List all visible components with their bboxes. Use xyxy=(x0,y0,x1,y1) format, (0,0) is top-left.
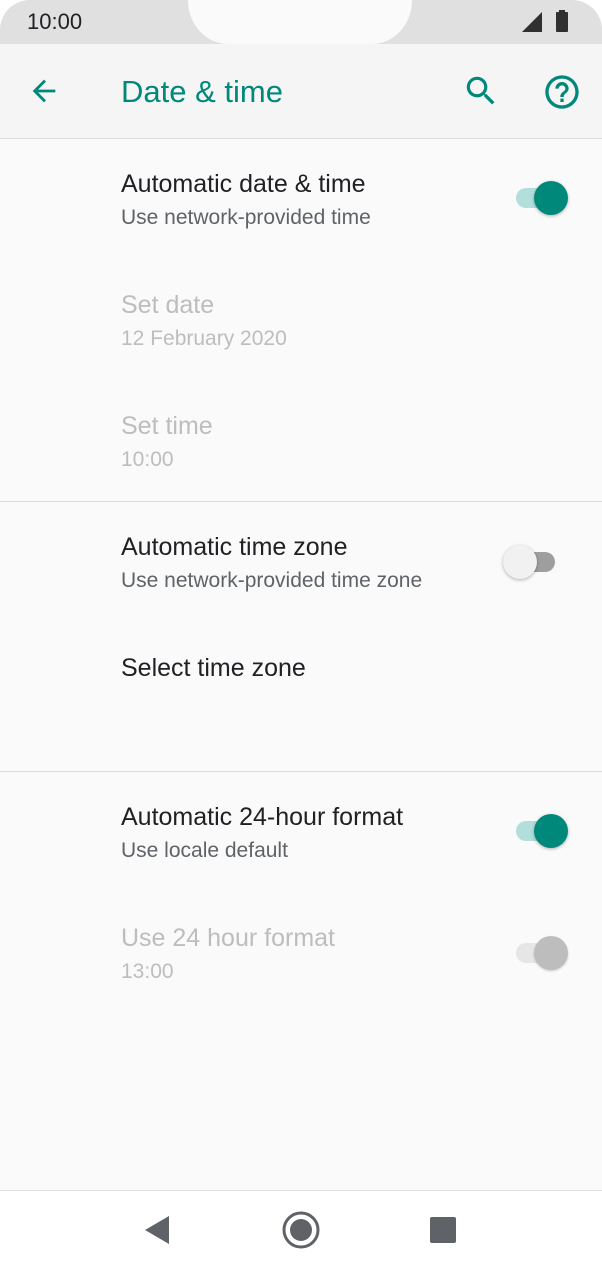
set-time-value: 10:00 xyxy=(121,448,174,471)
status-bar: 10:00 xyxy=(0,0,602,44)
page-title: Date & time xyxy=(121,74,283,109)
auto-date-time-row[interactable]: Automatic date & time Use network-provid… xyxy=(0,150,602,248)
set-time-title: Set time xyxy=(121,412,213,440)
use-24-hour-toggle[interactable] xyxy=(514,933,570,973)
toggle-thumb xyxy=(534,814,568,848)
section-divider xyxy=(0,771,602,772)
display-notch xyxy=(188,0,412,44)
use-24-hour-example: 13:00 xyxy=(121,960,174,983)
auto-time-zone-subtitle: Use network-provided time zone xyxy=(121,569,423,592)
set-time-row[interactable]: Set time 10:00 xyxy=(0,392,602,492)
auto-time-zone-toggle[interactable] xyxy=(503,542,559,582)
set-date-value: 12 February 2020 xyxy=(121,327,287,350)
auto-24-hour-toggle[interactable] xyxy=(514,811,570,851)
help-icon[interactable] xyxy=(542,72,582,112)
auto-date-time-subtitle: Use network-provided time xyxy=(121,206,371,229)
toggle-thumb xyxy=(503,545,537,579)
use-24-hour-row[interactable]: Use 24 hour format 13:00 xyxy=(0,904,602,1004)
nav-home-icon[interactable] xyxy=(281,1210,321,1255)
search-icon[interactable] xyxy=(462,72,502,112)
use-24-hour-title: Use 24 hour format xyxy=(121,924,335,952)
back-arrow-icon[interactable] xyxy=(27,74,67,110)
set-date-row[interactable]: Set date 12 February 2020 xyxy=(0,270,602,370)
section-divider xyxy=(0,501,602,502)
battery-icon xyxy=(556,10,568,37)
auto-date-time-title: Automatic date & time xyxy=(121,170,366,198)
auto-time-zone-title: Automatic time zone xyxy=(121,533,348,561)
toggle-thumb xyxy=(534,936,568,970)
nav-back-icon[interactable] xyxy=(145,1216,171,1249)
auto-24-hour-row[interactable]: Automatic 24-hour format Use locale defa… xyxy=(0,782,602,882)
auto-date-time-toggle[interactable] xyxy=(514,178,570,218)
cell-signal-icon xyxy=(522,12,542,37)
toggle-thumb xyxy=(534,181,568,215)
auto-24-hour-title: Automatic 24-hour format xyxy=(121,803,404,831)
app-bar: Date & time xyxy=(0,44,602,139)
select-time-zone-title: Select time zone xyxy=(121,654,306,682)
select-time-zone-row[interactable]: Select time zone xyxy=(0,630,602,740)
auto-time-zone-row[interactable]: Automatic time zone Use network-provided… xyxy=(0,512,602,612)
set-date-title: Set date xyxy=(121,291,215,319)
auto-24-hour-subtitle: Use locale default xyxy=(121,839,288,862)
navigation-bar xyxy=(0,1190,602,1271)
nav-recents-icon[interactable] xyxy=(430,1217,456,1248)
status-clock: 10:00 xyxy=(27,9,83,34)
